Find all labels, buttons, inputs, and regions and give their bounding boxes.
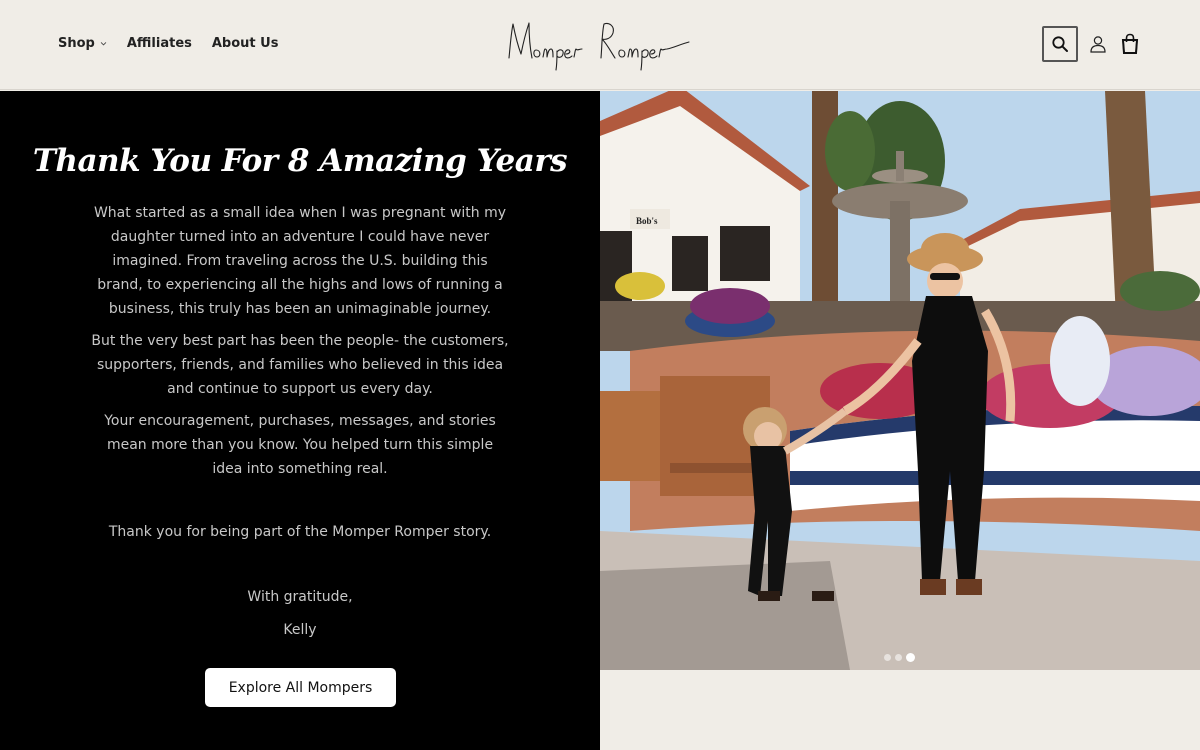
- search-icon: [1052, 36, 1068, 52]
- explore-all-mompers-button[interactable]: Explore All Mompers: [205, 668, 396, 707]
- story-sign-off: With gratitude,: [247, 589, 353, 605]
- cart-button[interactable]: [1112, 26, 1148, 62]
- momper-romper-logo[interactable]: [505, 18, 695, 72]
- slide-dot-1[interactable]: [884, 654, 891, 661]
- story-title: Thank You For 8 Amazing Years: [32, 143, 568, 179]
- story-paragraph: But the very best part has been the peop…: [91, 333, 509, 397]
- nav-item-label: Shop: [58, 36, 95, 51]
- cart-icon: [1121, 33, 1139, 54]
- account-icon: [1090, 36, 1106, 53]
- site-header: Shop Affiliates About Us: [0, 0, 1200, 90]
- nav-item-affiliates[interactable]: Affiliates: [127, 36, 192, 51]
- slideshow-image: Bob's: [600, 91, 1200, 670]
- story-paragraph: What started as a small idea when I was …: [93, 205, 507, 317]
- slide-dot-3[interactable]: [906, 653, 915, 662]
- slideshow-dots: [884, 653, 915, 662]
- nav-item-label: About Us: [211, 36, 279, 51]
- nav-item-shop[interactable]: Shop: [58, 36, 107, 51]
- main-nav: Shop Affiliates About Us: [58, 36, 298, 51]
- photo-illustration: Bob's: [600, 91, 1200, 670]
- svg-text:Bob's: Bob's: [636, 216, 658, 226]
- header-icons: [1042, 26, 1148, 62]
- nav-item-about-us[interactable]: About Us: [212, 36, 279, 51]
- story-paragraph: Your encouragement, purchases, messages,…: [104, 413, 496, 477]
- account-button[interactable]: [1080, 26, 1116, 62]
- story-thanks: Thank you for being part of the Momper R…: [108, 524, 492, 540]
- story-author: Kelly: [283, 622, 317, 638]
- chevron-down-icon: [100, 42, 107, 46]
- slide-dot-2[interactable]: [895, 654, 902, 661]
- nav-item-label: Affiliates: [126, 36, 192, 51]
- story-body: What started as a small idea when I was …: [90, 201, 510, 489]
- search-button[interactable]: [1042, 26, 1078, 62]
- story-panel: Thank You For 8 Amazing Years What start…: [0, 91, 600, 750]
